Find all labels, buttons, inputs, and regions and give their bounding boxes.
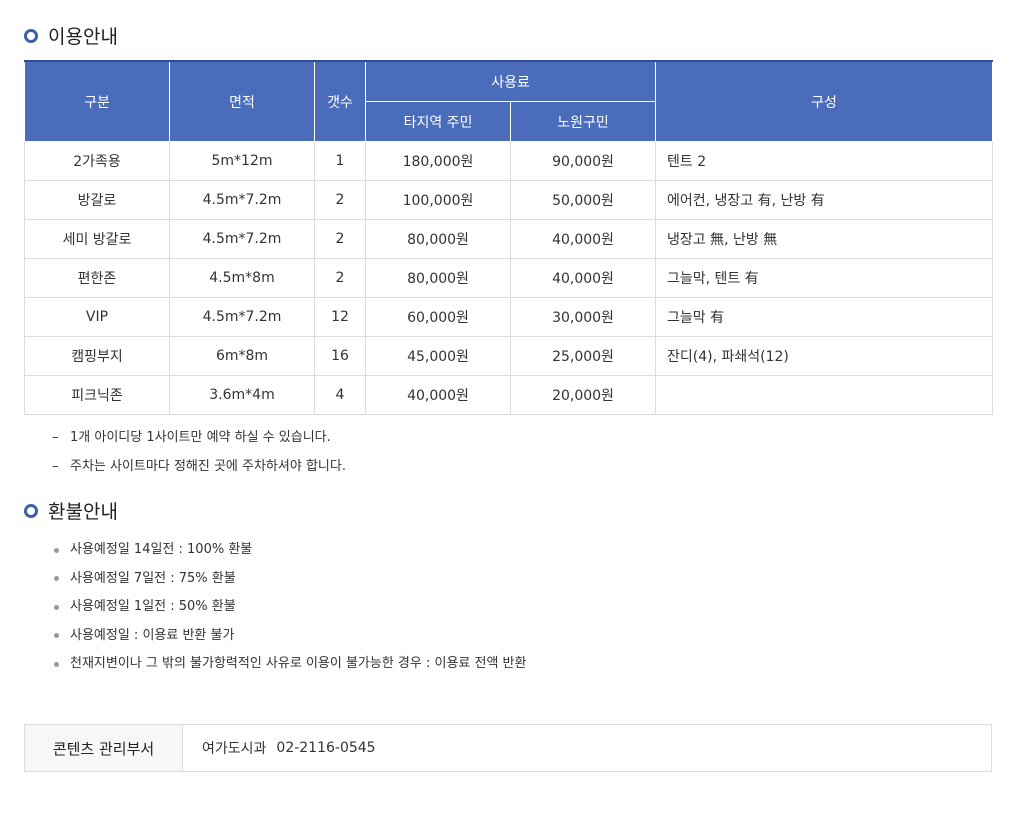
- cell-category: 세미 방갈로: [24, 219, 170, 259]
- usage-section-header: 이용안내: [24, 22, 118, 49]
- cell-area: 5m*12m: [169, 141, 315, 181]
- table-row: 2가족용 5m*12m 1 180,000원 90,000원 텐트 2: [24, 141, 994, 181]
- department-name: 여가도시과: [202, 741, 267, 757]
- bullet-icon: [54, 547, 59, 553]
- usage-fee-table: 구분 면적 갯수 사용료 구성 타지역 주민 노원구민 2가족용 5m*12m …: [24, 60, 994, 415]
- refund-section-header: 환불안내: [24, 497, 118, 524]
- list-item: 사용예정일 : 이용료 반환 불가: [54, 622, 526, 651]
- list-item: 사용예정일 1일전 : 50% 환불: [54, 593, 526, 622]
- cell-count: 2: [314, 180, 366, 220]
- cell-fee-local: 50,000원: [509, 180, 657, 220]
- table-row: 세미 방갈로 4.5m*7.2m 2 80,000원 40,000원 냉장고 無…: [24, 219, 994, 259]
- header-fee-local: 노원구민: [509, 101, 657, 142]
- cell-composition: 에어컨, 냉장고 有, 난방 有: [655, 180, 994, 220]
- note-text: 주차는 사이트마다 정해진 곳에 주차하셔야 합니다.: [70, 459, 346, 474]
- cell-count: 2: [314, 258, 366, 298]
- table-row: VIP 4.5m*7.2m 12 60,000원 30,000원 그늘막 有: [24, 297, 994, 337]
- cell-fee-local: 20,000원: [509, 375, 657, 415]
- cell-area: 6m*8m: [169, 336, 315, 376]
- department-info: 여가도시과 02-2116-0545: [183, 725, 376, 771]
- header-fee: 사용료: [364, 60, 657, 102]
- dash-marker: –: [52, 430, 59, 445]
- refund-item-text: 사용예정일 : 이용료 반환 불가: [70, 627, 235, 643]
- bullet-icon: [54, 604, 59, 610]
- department-label: 콘텐츠 관리부서: [25, 725, 183, 771]
- cell-composition: [655, 375, 994, 415]
- cell-category: 2가족용: [24, 141, 170, 181]
- cell-count: 4: [314, 375, 366, 415]
- cell-fee-other: 40,000원: [365, 375, 511, 415]
- refund-item-text: 사용예정일 7일전 : 75% 환불: [70, 570, 236, 586]
- cell-fee-local: 40,000원: [509, 258, 657, 298]
- cell-count: 2: [314, 219, 366, 259]
- cell-fee-other: 100,000원: [365, 180, 511, 220]
- cell-fee-local: 90,000원: [509, 141, 657, 181]
- refund-section-title: 환불안내: [48, 501, 118, 523]
- table-row: 방갈로 4.5m*7.2m 2 100,000원 50,000원 에어컨, 냉장…: [24, 180, 994, 220]
- cell-area: 3.6m*4m: [169, 375, 315, 415]
- refund-item-text: 천재지변이나 그 밖의 불가항력적인 사유로 이용이 불가능한 경우 : 이용료…: [70, 656, 527, 672]
- cell-category: 캠핑부지: [24, 336, 170, 376]
- usage-notes: – 1개 아이디당 1사이트만 예약 하실 수 있습니다. – 주차는 사이트마…: [52, 427, 346, 485]
- table-row: 캠핑부지 6m*8m 16 45,000원 25,000원 잔디(4), 파쇄석…: [24, 336, 994, 376]
- cell-fee-other: 80,000원: [365, 219, 511, 259]
- refund-list: 사용예정일 14일전 : 100% 환불 사용예정일 7일전 : 75% 환불 …: [54, 536, 526, 679]
- cell-count: 16: [314, 336, 366, 376]
- dash-marker: –: [52, 459, 59, 474]
- cell-fee-other: 180,000원: [365, 141, 511, 181]
- table-row: 피크닉존 3.6m*4m 4 40,000원 20,000원: [24, 375, 994, 415]
- cell-fee-other: 45,000원: [365, 336, 511, 376]
- note-item: – 1개 아이디당 1사이트만 예약 하실 수 있습니다.: [52, 427, 346, 456]
- cell-count: 1: [314, 141, 366, 181]
- list-item: 사용예정일 14일전 : 100% 환불: [54, 536, 526, 565]
- cell-fee-local: 40,000원: [509, 219, 657, 259]
- table-header-row: 구분 면적 갯수 사용료 구성: [24, 60, 994, 142]
- ring-icon: [24, 28, 38, 43]
- table-row: 편한존 4.5m*8m 2 80,000원 40,000원 그늘막, 텐트 有: [24, 258, 994, 298]
- content-department-box: 콘텐츠 관리부서 여가도시과 02-2116-0545: [24, 724, 992, 772]
- department-phone: 02-2116-0545: [276, 740, 376, 756]
- cell-fee-local: 30,000원: [509, 297, 657, 337]
- refund-item-text: 사용예정일 14일전 : 100% 환불: [70, 542, 253, 558]
- header-count: 갯수: [314, 60, 366, 142]
- cell-area: 4.5m*7.2m: [169, 180, 315, 220]
- header-area: 면적: [169, 60, 315, 142]
- header-category: 구분: [24, 60, 170, 142]
- header-fee-other: 타지역 주민: [365, 101, 511, 142]
- list-item: 사용예정일 7일전 : 75% 환불: [54, 565, 526, 594]
- cell-area: 4.5m*7.2m: [169, 297, 315, 337]
- cell-composition: 그늘막 有: [655, 297, 994, 337]
- cell-composition: 냉장고 無, 난방 無: [655, 219, 994, 259]
- cell-count: 12: [314, 297, 366, 337]
- list-item: 천재지변이나 그 밖의 불가항력적인 사유로 이용이 불가능한 경우 : 이용료…: [54, 650, 526, 679]
- refund-item-text: 사용예정일 1일전 : 50% 환불: [70, 599, 236, 615]
- note-text: 1개 아이디당 1사이트만 예약 하실 수 있습니다.: [70, 430, 331, 445]
- cell-fee-local: 25,000원: [509, 336, 657, 376]
- cell-category: VIP: [24, 297, 170, 337]
- note-item: – 주차는 사이트마다 정해진 곳에 주차하셔야 합니다.: [52, 456, 346, 485]
- header-composition: 구성: [655, 60, 994, 142]
- bullet-icon: [54, 633, 59, 639]
- cell-area: 4.5m*7.2m: [169, 219, 315, 259]
- cell-area: 4.5m*8m: [169, 258, 315, 298]
- bullet-icon: [54, 576, 59, 582]
- cell-composition: 텐트 2: [655, 141, 994, 181]
- cell-fee-other: 80,000원: [365, 258, 511, 298]
- cell-category: 피크닉존: [24, 375, 170, 415]
- cell-fee-other: 60,000원: [365, 297, 511, 337]
- cell-category: 방갈로: [24, 180, 170, 220]
- cell-category: 편한존: [24, 258, 170, 298]
- cell-composition: 잔디(4), 파쇄석(12): [655, 336, 994, 376]
- ring-icon: [24, 503, 38, 518]
- usage-section-title: 이용안내: [48, 26, 118, 48]
- cell-composition: 그늘막, 텐트 有: [655, 258, 994, 298]
- bullet-icon: [54, 661, 59, 667]
